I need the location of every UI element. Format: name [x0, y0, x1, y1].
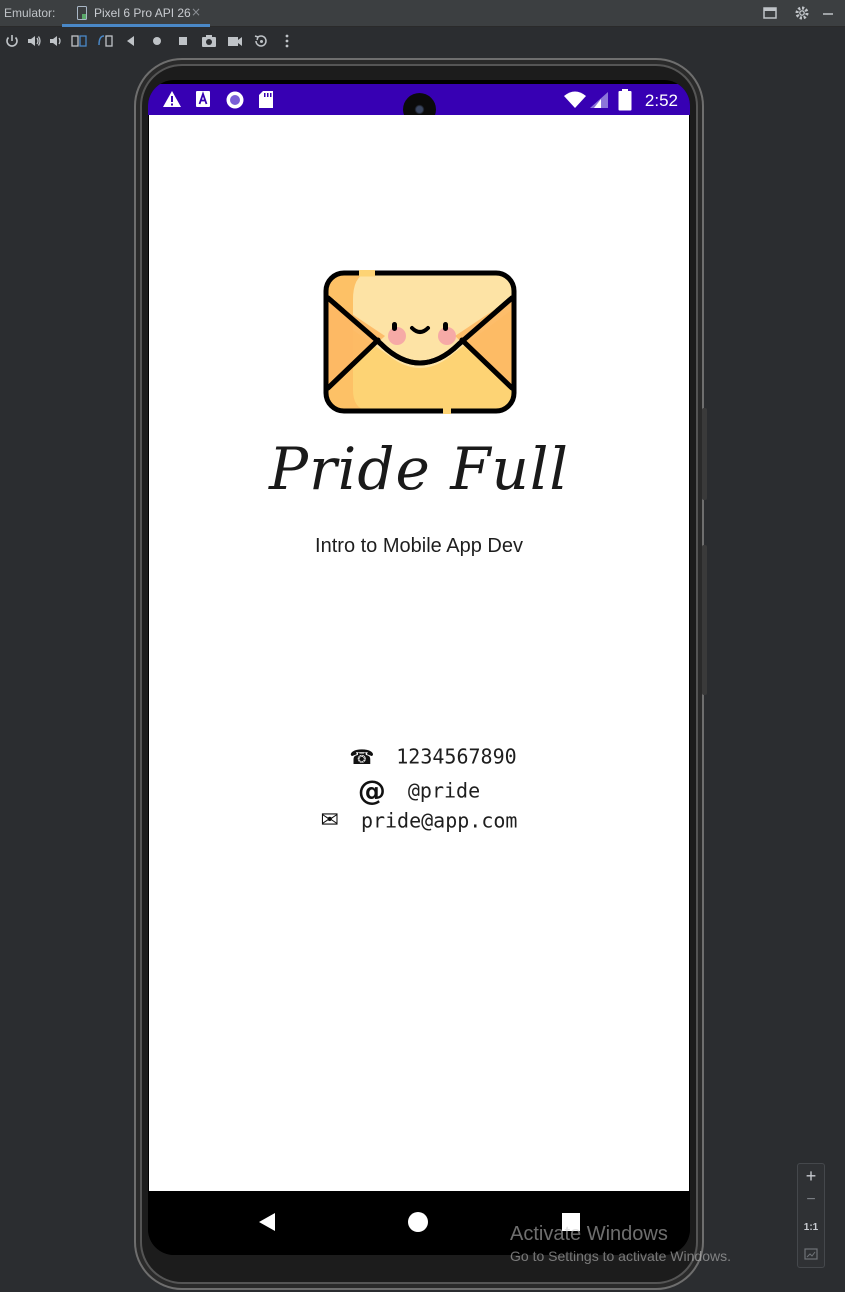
- sd-card-icon: [259, 91, 273, 108]
- sync-circle-icon: [226, 91, 244, 109]
- contact-handle-text: @pride: [407, 778, 481, 803]
- window-mode-icon[interactable]: [761, 4, 779, 22]
- tab-pixel-6-pro[interactable]: Pixel 6 Pro API 26 ×: [62, 0, 210, 27]
- emulator-title-bar: Emulator: Pixel 6 Pro API 26 ×: [0, 0, 845, 27]
- contact-phone: ☎ 1234567890: [149, 743, 689, 769]
- device-icon: [77, 6, 87, 20]
- more-icon[interactable]: [278, 32, 296, 50]
- battery-icon: [618, 89, 632, 111]
- envelope-icon: ✉: [320, 808, 339, 833]
- warning-icon: [163, 91, 181, 107]
- wifi-icon: [564, 91, 586, 108]
- close-tab-icon[interactable]: ×: [191, 5, 201, 19]
- contact-email: ✉ pride@app.com: [149, 807, 689, 833]
- nav-home-icon[interactable]: [407, 1211, 429, 1233]
- app-subtitle: Intro to Mobile App Dev: [315, 535, 523, 557]
- home-icon[interactable]: [148, 32, 166, 50]
- cellular-signal-icon: [590, 92, 608, 108]
- snapshot-icon[interactable]: [252, 32, 270, 50]
- app-title: Pride Full: [269, 435, 569, 503]
- zoom-one-to-one-button[interactable]: 1:1: [798, 1222, 824, 1233]
- back-icon[interactable]: [122, 32, 140, 50]
- fit-screen-icon[interactable]: [804, 1247, 818, 1261]
- status-clock: 2:52: [644, 91, 678, 110]
- at-icon: @: [357, 774, 386, 807]
- contact-phone-text: 1234567890: [396, 744, 517, 769]
- zoom-controls: + − 1:1: [797, 1163, 825, 1268]
- emulator-toolbar: [0, 28, 845, 54]
- device-screen: 2:52 Pride Full Intro to Mobile App Dev …: [148, 80, 690, 1255]
- phone-icon: ☎: [349, 744, 375, 769]
- power-icon[interactable]: [3, 32, 21, 50]
- power-side-button[interactable]: [702, 545, 707, 695]
- camera-icon[interactable]: [200, 32, 218, 50]
- overview-icon[interactable]: [174, 32, 192, 50]
- minimize-icon[interactable]: [819, 4, 837, 22]
- gear-icon[interactable]: [793, 4, 811, 22]
- contact-email-text: pride@app.com: [360, 808, 518, 833]
- emulator-label: Emulator:: [4, 6, 56, 20]
- tab-label: Pixel 6 Pro API 26: [94, 6, 191, 20]
- watermark-subtitle: Go to Settings to activate Windows.: [510, 1248, 731, 1264]
- accessibility-icon: [196, 91, 210, 107]
- zoom-out-button[interactable]: −: [798, 1191, 824, 1209]
- nav-back-icon[interactable]: [256, 1211, 278, 1233]
- rotate-right-icon[interactable]: [96, 32, 114, 50]
- volume-up-icon[interactable]: [25, 32, 43, 50]
- activate-windows-watermark: Activate Windows Go to Settings to activ…: [510, 1223, 731, 1264]
- envelope-logo: [323, 270, 517, 414]
- app-screen: Pride Full Intro to Mobile App Dev ☎ 1234…: [149, 115, 689, 1191]
- watermark-title: Activate Windows: [510, 1223, 668, 1245]
- contact-handle: @ @pride: [149, 774, 689, 807]
- zoom-in-button[interactable]: +: [798, 1166, 824, 1187]
- video-icon[interactable]: [226, 32, 244, 50]
- volume-down-icon[interactable]: [47, 32, 65, 50]
- rotate-left-icon[interactable]: [70, 32, 88, 50]
- volume-side-button[interactable]: [702, 408, 707, 500]
